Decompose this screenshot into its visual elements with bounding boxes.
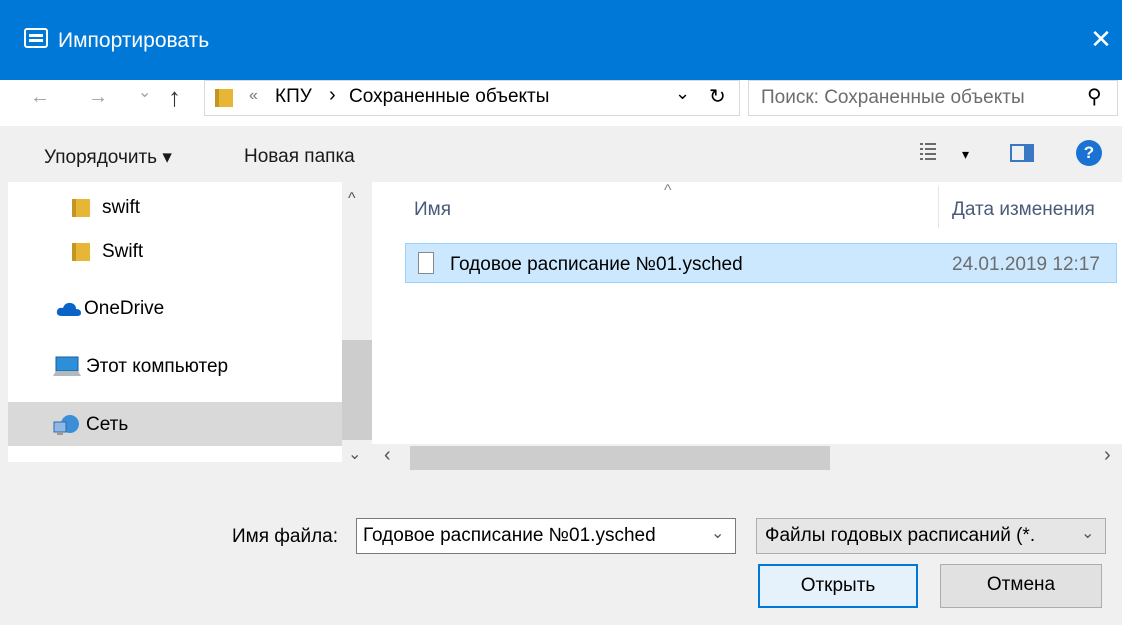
scroll-right-icon[interactable]: ›	[1104, 444, 1111, 467]
sidebar-item-swift-2[interactable]: Swift	[102, 241, 143, 263]
filetype-dropdown-chevron-icon[interactable]: ⌄	[1081, 523, 1094, 543]
cancel-button-label: Отмена	[986, 574, 1056, 595]
file-list[interactable]	[372, 182, 1122, 444]
recent-locations-chevron-icon[interactable]: ⌄	[138, 82, 151, 102]
close-button[interactable]: ✕	[1080, 20, 1122, 58]
filename-label: Имя файла:	[232, 526, 339, 547]
address-bar[interactable]: « КПУ › Сохраненные объекты ⌄ ↻	[204, 80, 740, 116]
navigation-scrollbar-thumb[interactable]	[342, 340, 372, 440]
folder-icon	[215, 89, 233, 107]
sidebar-item-network[interactable]: Сеть	[86, 414, 128, 436]
preview-pane-icon[interactable]	[1010, 144, 1034, 162]
address-dropdown-chevron-icon[interactable]: ⌄	[675, 83, 690, 104]
breadcrumb-overflow[interactable]: «	[249, 87, 258, 105]
filetype-value[interactable]: Файлы годовых расписаний (*.	[765, 525, 1035, 547]
up-button[interactable]: ↑	[168, 82, 181, 113]
sidebar-item-this-pc[interactable]: Этот компьютер	[86, 356, 228, 378]
column-header-name[interactable]: Имя	[414, 199, 451, 221]
scroll-up-icon[interactable]: ^	[348, 190, 356, 208]
column-divider[interactable]	[938, 186, 939, 228]
scroll-down-chevron-icon[interactable]: ⌄	[348, 444, 361, 464]
back-button[interactable]: ←	[30, 86, 50, 109]
view-options-icon[interactable]	[920, 142, 936, 160]
file-name[interactable]: Годовое расписание №01.ysched	[450, 254, 743, 276]
refresh-icon[interactable]: ↻	[709, 84, 726, 109]
column-header-date[interactable]: Дата изменения	[952, 199, 1095, 221]
help-icon[interactable]: ?	[1076, 140, 1102, 166]
network-icon	[52, 414, 82, 441]
forward-button[interactable]: →	[88, 86, 108, 109]
onedrive-icon	[56, 300, 82, 323]
search-icon[interactable]: ⚲	[1087, 84, 1102, 109]
document-icon	[418, 252, 434, 274]
cancel-button[interactable]: Отмена	[940, 564, 1102, 608]
horizontal-scrollbar-thumb[interactable]	[410, 446, 830, 470]
organize-button[interactable]: Упорядочить ▾	[44, 146, 172, 169]
view-dropdown-chevron-icon[interactable]: ▾	[962, 146, 969, 163]
new-folder-button[interactable]: Новая папка	[244, 146, 355, 168]
folder-icon	[72, 199, 90, 217]
search-input[interactable]: Поиск: Сохраненные объекты	[761, 87, 1025, 109]
open-button[interactable]: Открыть	[758, 564, 918, 608]
scroll-left-icon[interactable]: ‹	[384, 444, 391, 467]
search-box[interactable]: Поиск: Сохраненные объекты ⚲	[748, 80, 1118, 116]
folder-icon	[72, 243, 90, 261]
filetype-select[interactable]: Файлы годовых расписаний (*. ⌄	[756, 518, 1106, 554]
breadcrumb-item-kpu[interactable]: КПУ	[275, 86, 312, 108]
breadcrumb-item-saved-objects[interactable]: Сохраненные объекты	[349, 86, 549, 108]
sidebar-item-swift[interactable]: swift	[102, 197, 140, 219]
computer-icon	[52, 356, 82, 383]
breadcrumb-separator-icon[interactable]: ›	[329, 84, 336, 107]
filename-input[interactable]: Годовое расписание №01.ysched ⌄	[356, 518, 736, 554]
window-title: Импортировать	[58, 29, 210, 52]
filename-value[interactable]: Годовое расписание №01.ysched	[363, 525, 656, 547]
app-window-icon	[24, 28, 48, 48]
sidebar-item-onedrive[interactable]: OneDrive	[84, 298, 164, 320]
file-date: 24.01.2019 12:17	[952, 254, 1100, 275]
open-button-label: Открыть	[800, 575, 876, 596]
sort-indicator-icon: ^	[664, 182, 672, 199]
filename-dropdown-chevron-icon[interactable]: ⌄	[711, 523, 724, 543]
